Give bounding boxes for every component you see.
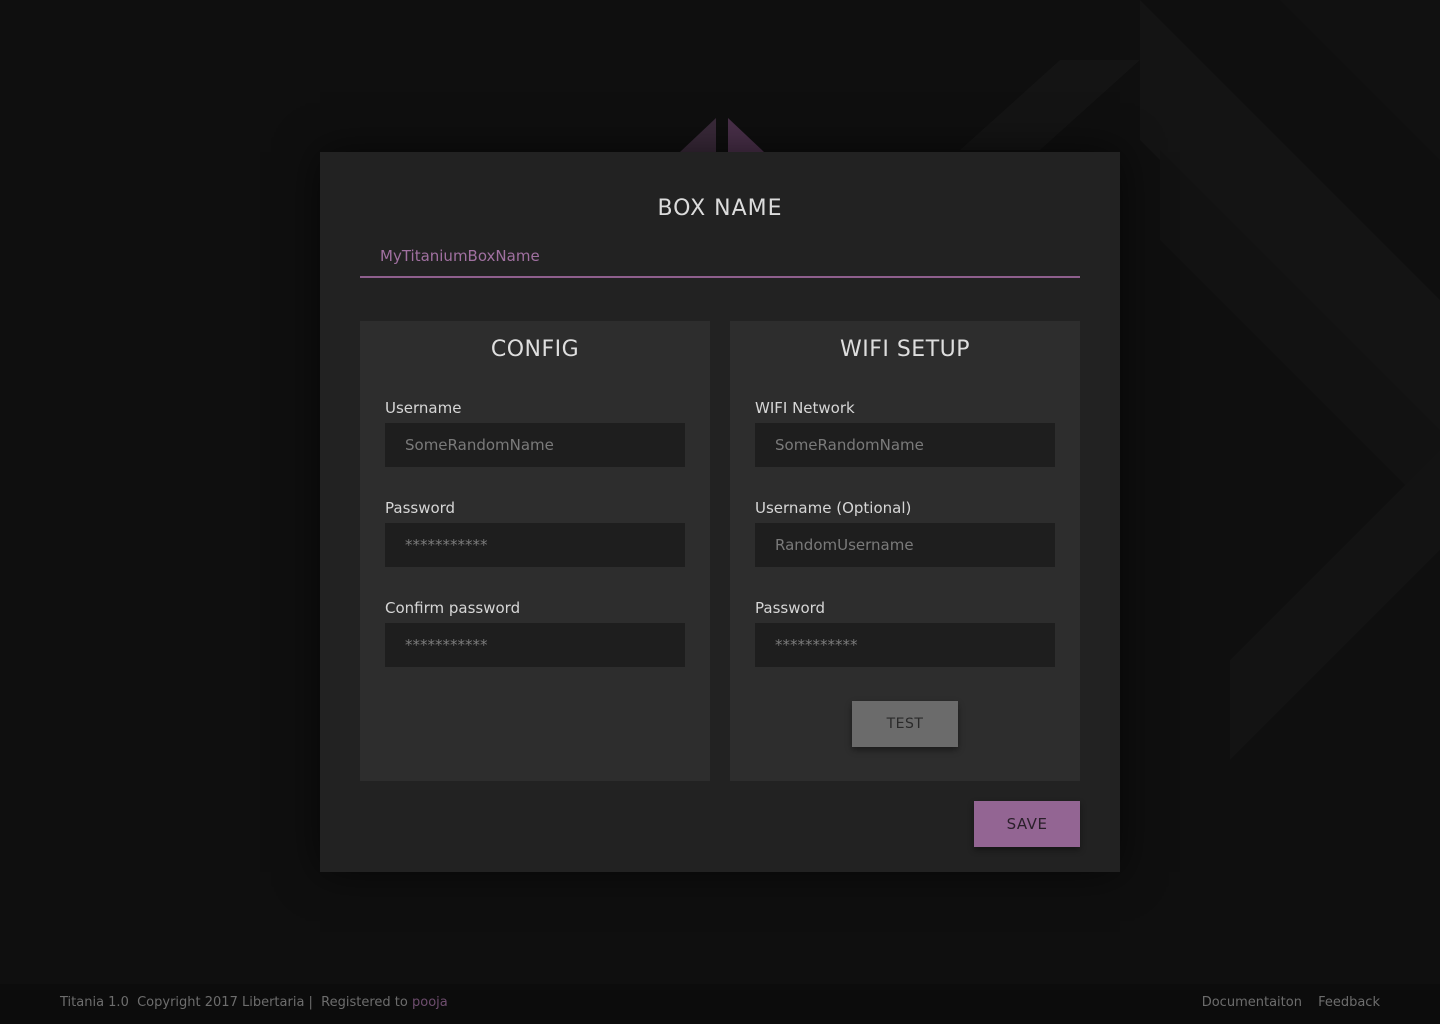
box-name-input[interactable] (360, 236, 1080, 278)
logo-icon (680, 118, 764, 152)
footer-info: Titania 1.0 Copyright 2017 Libertaria | … (60, 995, 448, 1010)
config-password-label: Password (385, 499, 456, 517)
config-username-input[interactable] (385, 423, 685, 467)
wifi-password-label: Password (755, 599, 826, 617)
setup-card: BOX NAME CONFIG Username Password Confir… (320, 152, 1120, 872)
footer-app-info: Titania 1.0 Copyright 2017 Libertaria | … (60, 995, 412, 1010)
save-button[interactable]: SAVE (974, 801, 1080, 847)
config-confirm-password-input[interactable] (385, 623, 685, 667)
config-password-input[interactable] (385, 523, 685, 567)
documentation-link[interactable]: Documentaiton (1202, 995, 1302, 1010)
footer-user-link[interactable]: pooja (412, 995, 448, 1010)
footer-links: Documentaiton Feedback (1190, 995, 1380, 1010)
wifi-panel: WIFI SETUP WIFI Network Username (Option… (730, 321, 1080, 781)
feedback-link[interactable]: Feedback (1318, 995, 1380, 1010)
wifi-network-input[interactable] (755, 423, 1055, 467)
config-username-label: Username (385, 399, 462, 417)
wifi-network-label: WIFI Network (755, 399, 855, 417)
wifi-username-input[interactable] (755, 523, 1055, 567)
config-panel: CONFIG Username Password Confirm passwor… (360, 321, 710, 781)
test-button[interactable]: TEST (852, 701, 958, 747)
wifi-title: WIFI SETUP (839, 337, 971, 362)
wifi-username-label: Username (Optional) (755, 499, 912, 517)
box-name-title: BOX NAME (657, 196, 783, 221)
wifi-password-input[interactable] (755, 623, 1055, 667)
footer: Titania 1.0 Copyright 2017 Libertaria | … (0, 984, 1440, 1024)
config-title: CONFIG (490, 337, 580, 362)
config-confirm-password-label: Confirm password (385, 599, 521, 617)
